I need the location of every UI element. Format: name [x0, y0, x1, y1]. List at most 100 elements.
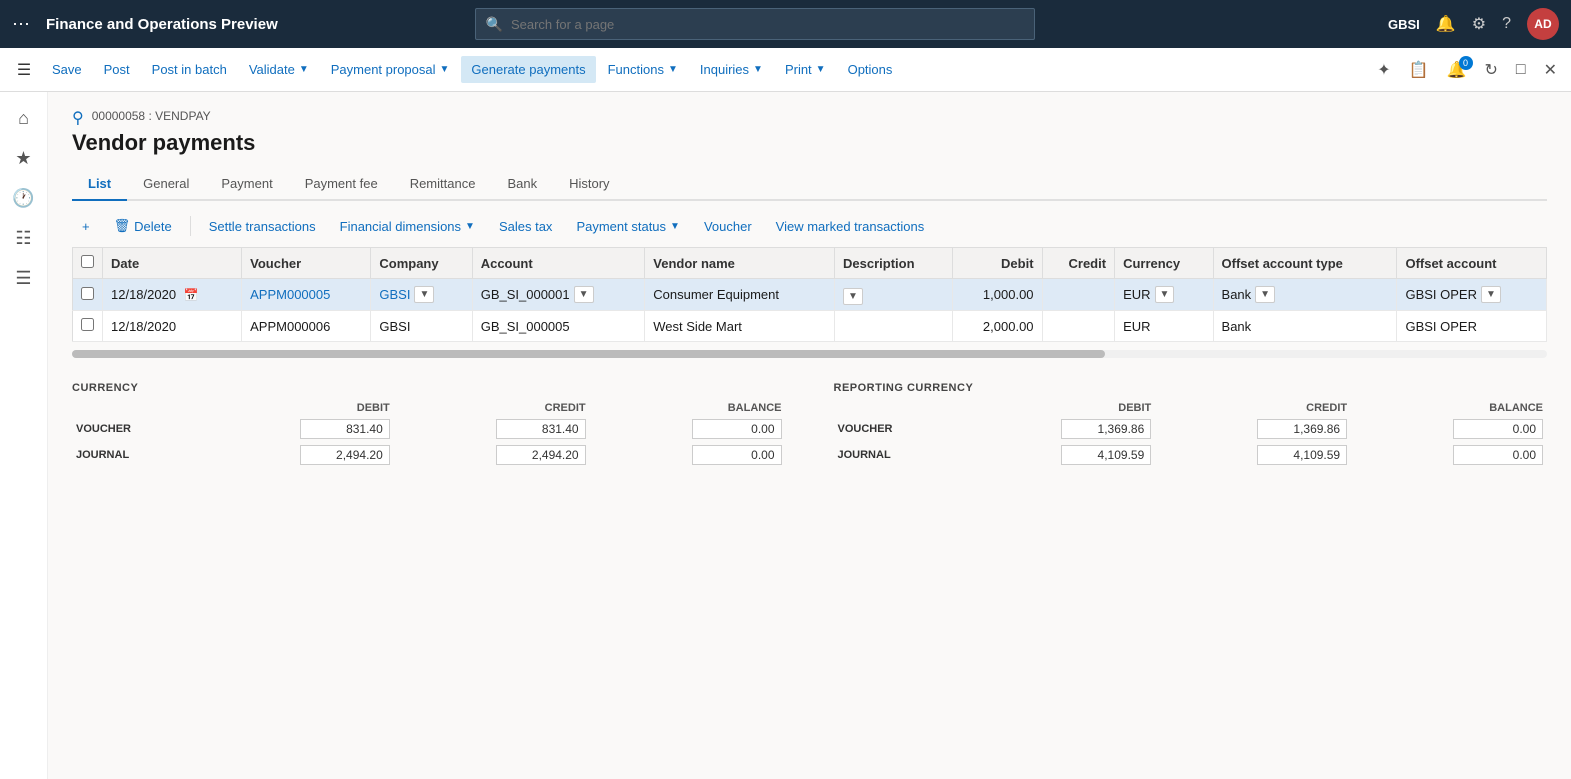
tab-payment[interactable]: Payment: [205, 168, 288, 201]
row-account-cell: GB_SI_000005: [472, 311, 645, 342]
rep-col-debit: DEBIT: [959, 400, 1155, 416]
row-checkbox[interactable]: [81, 287, 94, 300]
print-button[interactable]: Print ▼: [775, 56, 836, 83]
search-bar[interactable]: 🔍: [475, 8, 1035, 40]
help-icon[interactable]: ?: [1502, 15, 1511, 33]
row-debit-cell: 1,000.00: [952, 279, 1042, 311]
personalize-icon[interactable]: ✦: [1371, 56, 1396, 84]
voucher-cur-credit: [394, 416, 590, 442]
voucher-label: VOUCHER: [72, 416, 198, 442]
sub-toolbar: + 🗑 Delete Settle transactions Financial…: [72, 213, 1547, 239]
settle-transactions-button[interactable]: Settle transactions: [199, 214, 326, 239]
row-currency-cell: EUR: [1115, 311, 1213, 342]
row-credit-cell: [1042, 311, 1115, 342]
options-button[interactable]: Options: [838, 56, 903, 83]
avatar[interactable]: AD: [1527, 8, 1559, 40]
rep-voucher-label: VOUCHER: [834, 416, 960, 442]
post-button[interactable]: Post: [94, 56, 140, 83]
tab-payment-fee[interactable]: Payment fee: [289, 168, 394, 201]
row-check-cell[interactable]: [73, 279, 103, 311]
reporting-summary-table: DEBIT CREDIT BALANCE VOUCHER: [834, 400, 1548, 468]
top-navigation: ⋯ Finance and Operations Preview 🔍 GBSI …: [0, 0, 1571, 48]
page-title: Vendor payments: [72, 130, 1547, 156]
tab-list[interactable]: List: [72, 168, 127, 201]
settings-icon[interactable]: ⚙: [1472, 14, 1486, 34]
calendar-icon[interactable]: 📅: [184, 288, 199, 302]
col-check[interactable]: [73, 248, 103, 279]
refresh-icon[interactable]: ↻: [1479, 56, 1504, 84]
payment-proposal-button[interactable]: Payment proposal ▼: [321, 56, 460, 83]
sales-tax-button[interactable]: Sales tax: [489, 214, 562, 239]
post-in-batch-button[interactable]: Post in batch: [142, 56, 237, 83]
row-offset-account-type-cell: Bank: [1213, 311, 1397, 342]
functions-button[interactable]: Functions ▼: [598, 56, 688, 83]
sidebar-favorites-icon[interactable]: ★: [6, 140, 42, 176]
account-dropdown-arrow[interactable]: ▼: [574, 286, 594, 303]
generate-payments-button[interactable]: Generate payments: [461, 56, 595, 83]
rep-journal-credit: [1155, 442, 1351, 468]
rep-journal-debit: [959, 442, 1155, 468]
company-dropdown-arrow[interactable]: ▼: [414, 286, 434, 303]
row-company-cell: GBSI ▼: [371, 279, 472, 311]
delete-icon: 🗑: [114, 218, 131, 234]
payment-proposal-dropdown-icon: ▼: [440, 64, 450, 75]
row-currency-cell: EUR ▼: [1115, 279, 1213, 311]
notification-icon[interactable]: 🔔: [1436, 14, 1456, 34]
table-row[interactable]: 12/18/2020 📅 APPM000005 GBSI ▼: [73, 279, 1547, 311]
cur-col-balance: BALANCE: [590, 400, 786, 416]
new-button[interactable]: +: [72, 214, 100, 239]
print-dropdown-icon: ▼: [816, 64, 826, 75]
scrollbar-thumb[interactable]: [72, 350, 1105, 358]
row-date-cell: 12/18/2020: [103, 311, 242, 342]
validate-button[interactable]: Validate ▼: [239, 56, 319, 83]
offset-acct-type-dropdown-arrow[interactable]: ▼: [1255, 286, 1275, 303]
apps-grid-icon[interactable]: ⋯: [12, 14, 30, 35]
row-checkbox[interactable]: [81, 318, 94, 331]
validate-dropdown-icon: ▼: [299, 64, 309, 75]
currency-dropdown-arrow[interactable]: ▼: [1155, 286, 1175, 303]
tab-bank[interactable]: Bank: [491, 168, 553, 201]
save-button[interactable]: Save: [42, 56, 92, 83]
row-check-cell[interactable]: [73, 311, 103, 342]
inquiries-button[interactable]: Inquiries ▼: [690, 56, 773, 83]
col-currency: Currency: [1115, 248, 1213, 279]
payment-status-button[interactable]: Payment status ▼: [566, 214, 690, 239]
close-icon[interactable]: ✕: [1538, 56, 1563, 84]
filter-icon[interactable]: ⚲: [72, 108, 84, 128]
breadcrumb: 00000058 : VENDPAY: [92, 109, 211, 123]
sidebar-workspaces-icon[interactable]: ☷: [6, 220, 42, 256]
row-voucher-cell: APPM000006: [242, 311, 371, 342]
sidebar-modules-icon[interactable]: ☰: [6, 260, 42, 296]
tab-general[interactable]: General: [127, 168, 205, 201]
financial-dimensions-button[interactable]: Financial dimensions ▼: [330, 214, 485, 239]
offset-acct-dropdown-arrow[interactable]: ▼: [1481, 286, 1501, 303]
voucher-button[interactable]: Voucher: [694, 214, 762, 239]
journal-cur-balance: [590, 442, 786, 468]
view-marked-transactions-button[interactable]: View marked transactions: [766, 214, 935, 239]
journal-label: JOURNAL: [72, 442, 198, 468]
tab-remittance[interactable]: Remittance: [394, 168, 492, 201]
select-all-checkbox[interactable]: [81, 255, 94, 268]
description-dropdown-arrow[interactable]: ▼: [843, 288, 863, 305]
col-account: Account: [472, 248, 645, 279]
delete-button[interactable]: 🗑 Delete: [104, 213, 182, 239]
tab-history[interactable]: History: [553, 168, 625, 201]
row-account-cell: GB_SI_000001 ▼: [472, 279, 645, 311]
col-vendor-name: Vendor name: [645, 248, 835, 279]
sidebar-home-icon[interactable]: ⌂: [6, 100, 42, 136]
attach-icon[interactable]: 📋: [1403, 56, 1435, 84]
row-date-cell: 12/18/2020 📅: [103, 279, 242, 311]
sidebar-recent-icon[interactable]: 🕐: [6, 180, 42, 216]
col-debit: Debit: [952, 248, 1042, 279]
notification-count-icon[interactable]: 🔔 0: [1441, 56, 1473, 84]
row-voucher-cell: APPM000005: [242, 279, 371, 311]
table-row[interactable]: 12/18/2020 APPM000006 GBSI GB_SI_000005 …: [73, 311, 1547, 342]
horizontal-scrollbar[interactable]: [72, 350, 1547, 358]
currency-summary-title: CURRENCY: [72, 382, 786, 394]
search-input[interactable]: [511, 17, 1024, 32]
open-new-icon[interactable]: □: [1510, 57, 1532, 83]
search-icon: 🔍: [486, 16, 503, 33]
nav-hamburger-icon[interactable]: ☰: [8, 54, 40, 86]
col-company: Company: [371, 248, 472, 279]
app-title: Finance and Operations Preview: [46, 16, 278, 33]
